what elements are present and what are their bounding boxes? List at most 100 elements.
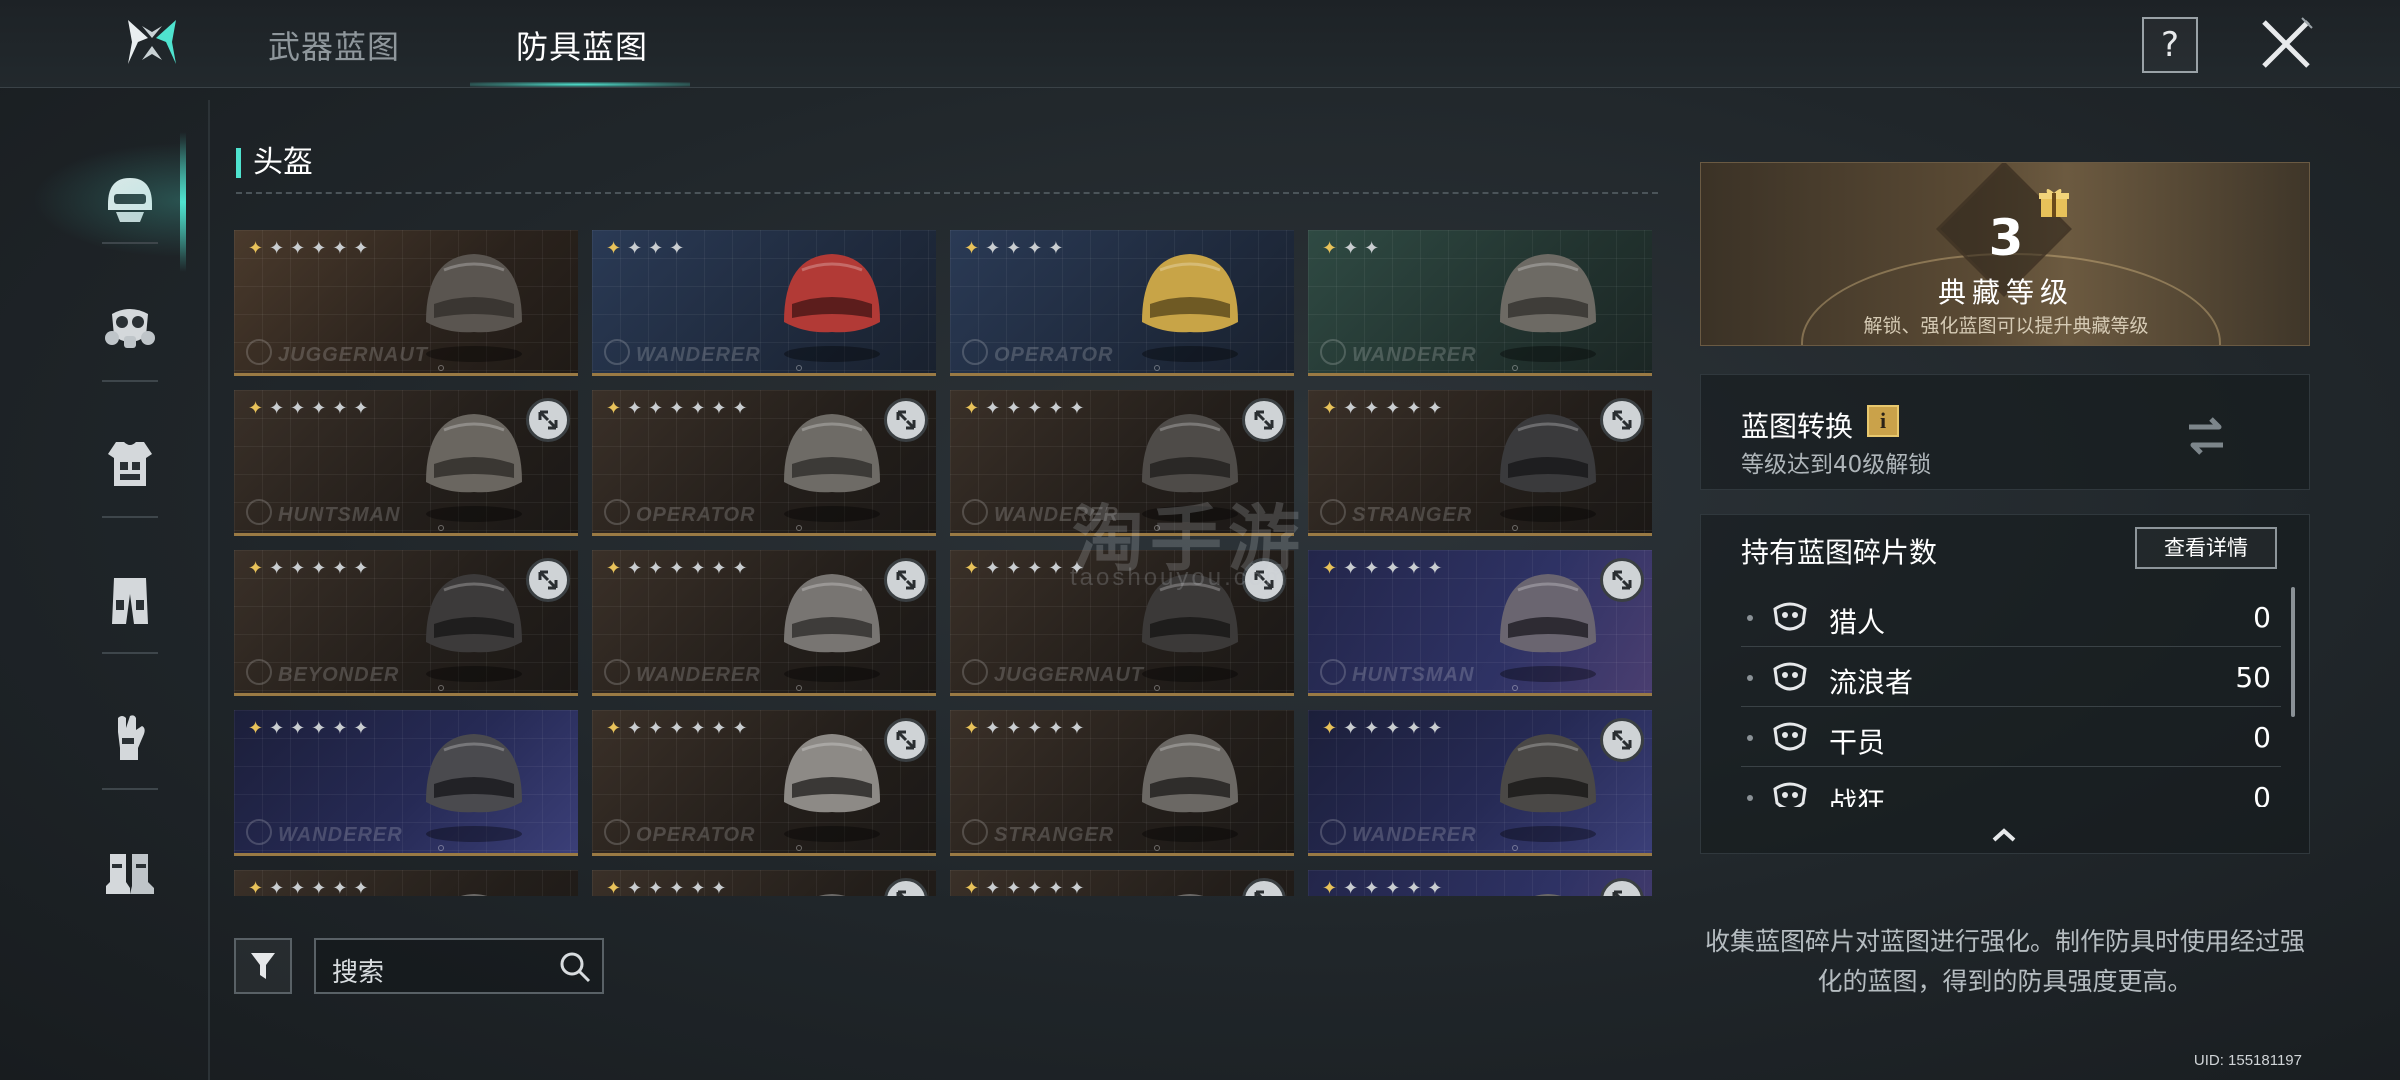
blueprint-card[interactable]: ✦✦✦✦✦✦ [1308, 870, 1652, 896]
level-marker [1154, 365, 1160, 371]
star-rating: ✦✦✦✦✦✦ [1322, 878, 1449, 896]
category-mask[interactable] [92, 290, 168, 366]
faction-brand-label: OPERATOR [604, 499, 756, 527]
fragment-faction-name: 战狂 [1829, 786, 1886, 807]
expand-icon[interactable] [884, 718, 928, 762]
star-rating: ✦✦✦✦✦✦✦ [606, 718, 754, 739]
star-rating: ✦✦✦✦✦✦ [964, 878, 1091, 896]
expand-icon[interactable] [884, 398, 928, 442]
blueprint-card[interactable]: ✦✦✦✦✦✦✦ WANDERER [592, 550, 936, 696]
info-icon[interactable]: i [1867, 405, 1899, 437]
faction-brand-label: WANDERER [604, 339, 761, 367]
faction-brand-label: OPERATOR [604, 819, 756, 847]
body-armor-icon [108, 442, 152, 486]
fragments-list[interactable]: 猎人 0 流浪者 50 干员 0 战狂 0 [1701, 587, 2309, 807]
helmet-image [426, 414, 522, 522]
section-title: 头盔 [236, 148, 313, 178]
blueprint-card[interactable]: ✦✦✦✦✦✦ JUGGERNAUT [234, 230, 578, 376]
game-logo-icon [128, 20, 176, 64]
star-rating: ✦✦✦✦✦✦ [964, 718, 1091, 739]
helmet-image [784, 734, 880, 842]
level-marker [796, 685, 802, 691]
blueprint-card[interactable]: ✦✦✦✦✦✦ WANDERER [234, 710, 578, 856]
blueprint-card[interactable]: ✦✦✦✦✦✦ [234, 870, 578, 896]
helmet-image [1500, 734, 1596, 842]
category-armor[interactable] [92, 426, 168, 502]
blueprint-card[interactable]: ✦✦✦✦ WANDERER [592, 230, 936, 376]
expand-icon[interactable] [1600, 398, 1644, 442]
fragment-count: 0 [2253, 601, 2271, 634]
tab-armor-blueprint[interactable]: 防具蓝图 [516, 22, 648, 68]
close-icon[interactable] [2258, 16, 2314, 72]
rail-divider [102, 788, 158, 790]
star-rating: ✦✦✦ [1322, 238, 1386, 259]
star-rating: ✦✦✦✦ [606, 238, 691, 259]
blueprint-card[interactable]: ✦✦✦✦✦✦ HUNTSMAN [234, 390, 578, 536]
star-rating: ✦✦✦✦✦✦ [1322, 718, 1449, 739]
section-divider [236, 192, 1658, 194]
expand-icon[interactable] [884, 558, 928, 602]
blueprint-card[interactable]: ✦✦✦✦✦✦ BEYONDER [234, 550, 578, 696]
level-marker [796, 845, 802, 851]
bullet-dot [1747, 795, 1753, 801]
collection-level-card[interactable]: 3 典藏等级 解锁、强化蓝图可以提升典藏等级 [1700, 162, 2310, 346]
user-id: UID: 155181197 [2193, 1052, 2302, 1069]
blueprint-card[interactable]: ✦✦✦ WANDERER [1308, 230, 1652, 376]
category-pants[interactable] [92, 562, 168, 638]
convert-title: 蓝图转换 [1741, 410, 1854, 443]
search-input[interactable]: 搜索 [314, 938, 604, 994]
collection-level-title: 典藏等级 [1937, 276, 2074, 309]
fragment-count: 50 [2235, 661, 2271, 694]
wanderer-emblem-icon [1773, 662, 1807, 691]
category-helmet[interactable] [32, 132, 186, 272]
expand-icon[interactable] [1600, 718, 1644, 762]
help-button[interactable]: ? [2142, 17, 2198, 73]
collection-level-value: 3 [1988, 209, 2024, 267]
level-marker [438, 845, 444, 851]
faction-brand-label: WANDERER [1320, 339, 1477, 367]
blueprint-grid: ✦✦✦✦✦✦ JUGGERNAUT ✦✦✦✦ WANDERER ✦✦✦✦✦ OPERATO… [234, 228, 1654, 896]
helmet-image [1142, 254, 1238, 362]
faction-brand-label: WANDERER [1320, 819, 1477, 847]
fragments-title: 持有蓝图碎片数 [1741, 536, 1938, 569]
category-boots[interactable] [92, 834, 168, 910]
helmet-image [784, 254, 880, 362]
chevron-up-icon[interactable] [1991, 827, 2017, 843]
filter-button[interactable] [234, 938, 292, 994]
blueprint-card[interactable]: ✦✦✦✦✦✦ STRANGER [1308, 390, 1652, 536]
view-details-button[interactable]: 查看详情 [2135, 527, 2277, 569]
blueprint-description: 收集蓝图碎片对蓝图进行强化。制作防具时使用经过强化的蓝图，得到的防具强度更高。 [1704, 927, 2305, 996]
faction-brand-label: HUNTSMAN [246, 499, 400, 527]
star-rating: ✦✦✦✦✦ [964, 238, 1070, 259]
faction-brand-label: WANDERER [604, 659, 761, 687]
blueprint-card[interactable]: ✦✦✦✦✦✦✦ OPERATOR [592, 390, 936, 536]
helmet-image [1142, 734, 1238, 842]
blueprint-card[interactable]: ✦✦✦✦✦ OPERATOR [950, 230, 1294, 376]
pants-icon [112, 578, 148, 624]
rail-divider [102, 516, 158, 518]
helmet-image [426, 574, 522, 682]
category-gloves[interactable] [92, 698, 168, 774]
search-icon[interactable] [558, 950, 592, 984]
tab-weapon-blueprint[interactable]: 武器蓝图 [268, 22, 400, 68]
blueprint-card[interactable]: ✦✦✦✦✦✦ WANDERER [1308, 710, 1652, 856]
expand-icon[interactable] [1600, 558, 1644, 602]
fragment-faction-name: 流浪者 [1829, 666, 1914, 699]
helmet-image [1535, 894, 1561, 896]
search-placeholder: 搜索 [332, 958, 385, 988]
blueprint-card[interactable]: ✦✦✦✦✦✦ STRANGER [950, 710, 1294, 856]
expand-icon[interactable] [1242, 398, 1286, 442]
fragment-row: 战狂 0 [1741, 767, 2281, 807]
fragments-scrollbar[interactable] [2291, 587, 2295, 717]
collection-level-subtitle: 解锁、强化蓝图可以提升典藏等级 [1863, 315, 2149, 337]
blueprint-card[interactable]: ✦✦✦✦✦✦ HUNTSMAN [1308, 550, 1652, 696]
filter-icon [251, 953, 275, 979]
blueprint-card[interactable]: ✦✦✦✦✦✦ [592, 870, 936, 896]
blueprint-card[interactable]: ✦✦✦✦✦✦✦ OPERATOR [592, 710, 936, 856]
expand-icon[interactable] [526, 398, 570, 442]
swap-icon[interactable] [2181, 411, 2231, 461]
star-rating: ✦✦✦✦✦✦ [964, 398, 1091, 419]
expand-icon[interactable] [526, 558, 570, 602]
faction-brand-label: HUNTSMAN [1320, 659, 1474, 687]
blueprint-card[interactable]: ✦✦✦✦✦✦ [950, 870, 1294, 896]
